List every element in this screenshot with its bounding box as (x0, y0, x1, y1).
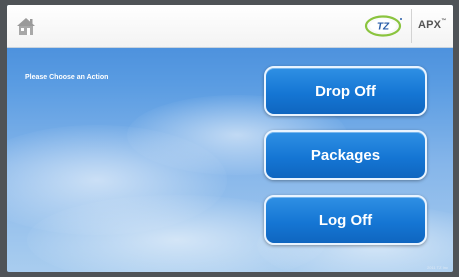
product-name: APX™ (418, 18, 447, 31)
kiosk-screen: TZ APX™ Please Choose an Action Drop Off… (7, 5, 453, 272)
trademark-mark: ™ (441, 18, 447, 24)
action-prompt: Please Choose an Action (25, 74, 109, 81)
log-off-button[interactable]: Log Off (264, 195, 427, 245)
device-bezel: TZ APX™ Please Choose an Action Drop Off… (0, 0, 459, 277)
packages-button[interactable]: Packages (264, 130, 427, 180)
top-bar: TZ APX™ (7, 5, 453, 48)
tz-logo: TZ (363, 14, 405, 38)
tz-logo-text: TZ (377, 22, 390, 33)
drop-off-button[interactable]: Drop Off (264, 66, 427, 116)
product-name-text: APX (418, 19, 442, 31)
copyright-note: 2011 TZ Inc (427, 265, 448, 270)
home-icon[interactable] (15, 15, 37, 37)
header-divider (411, 9, 412, 43)
